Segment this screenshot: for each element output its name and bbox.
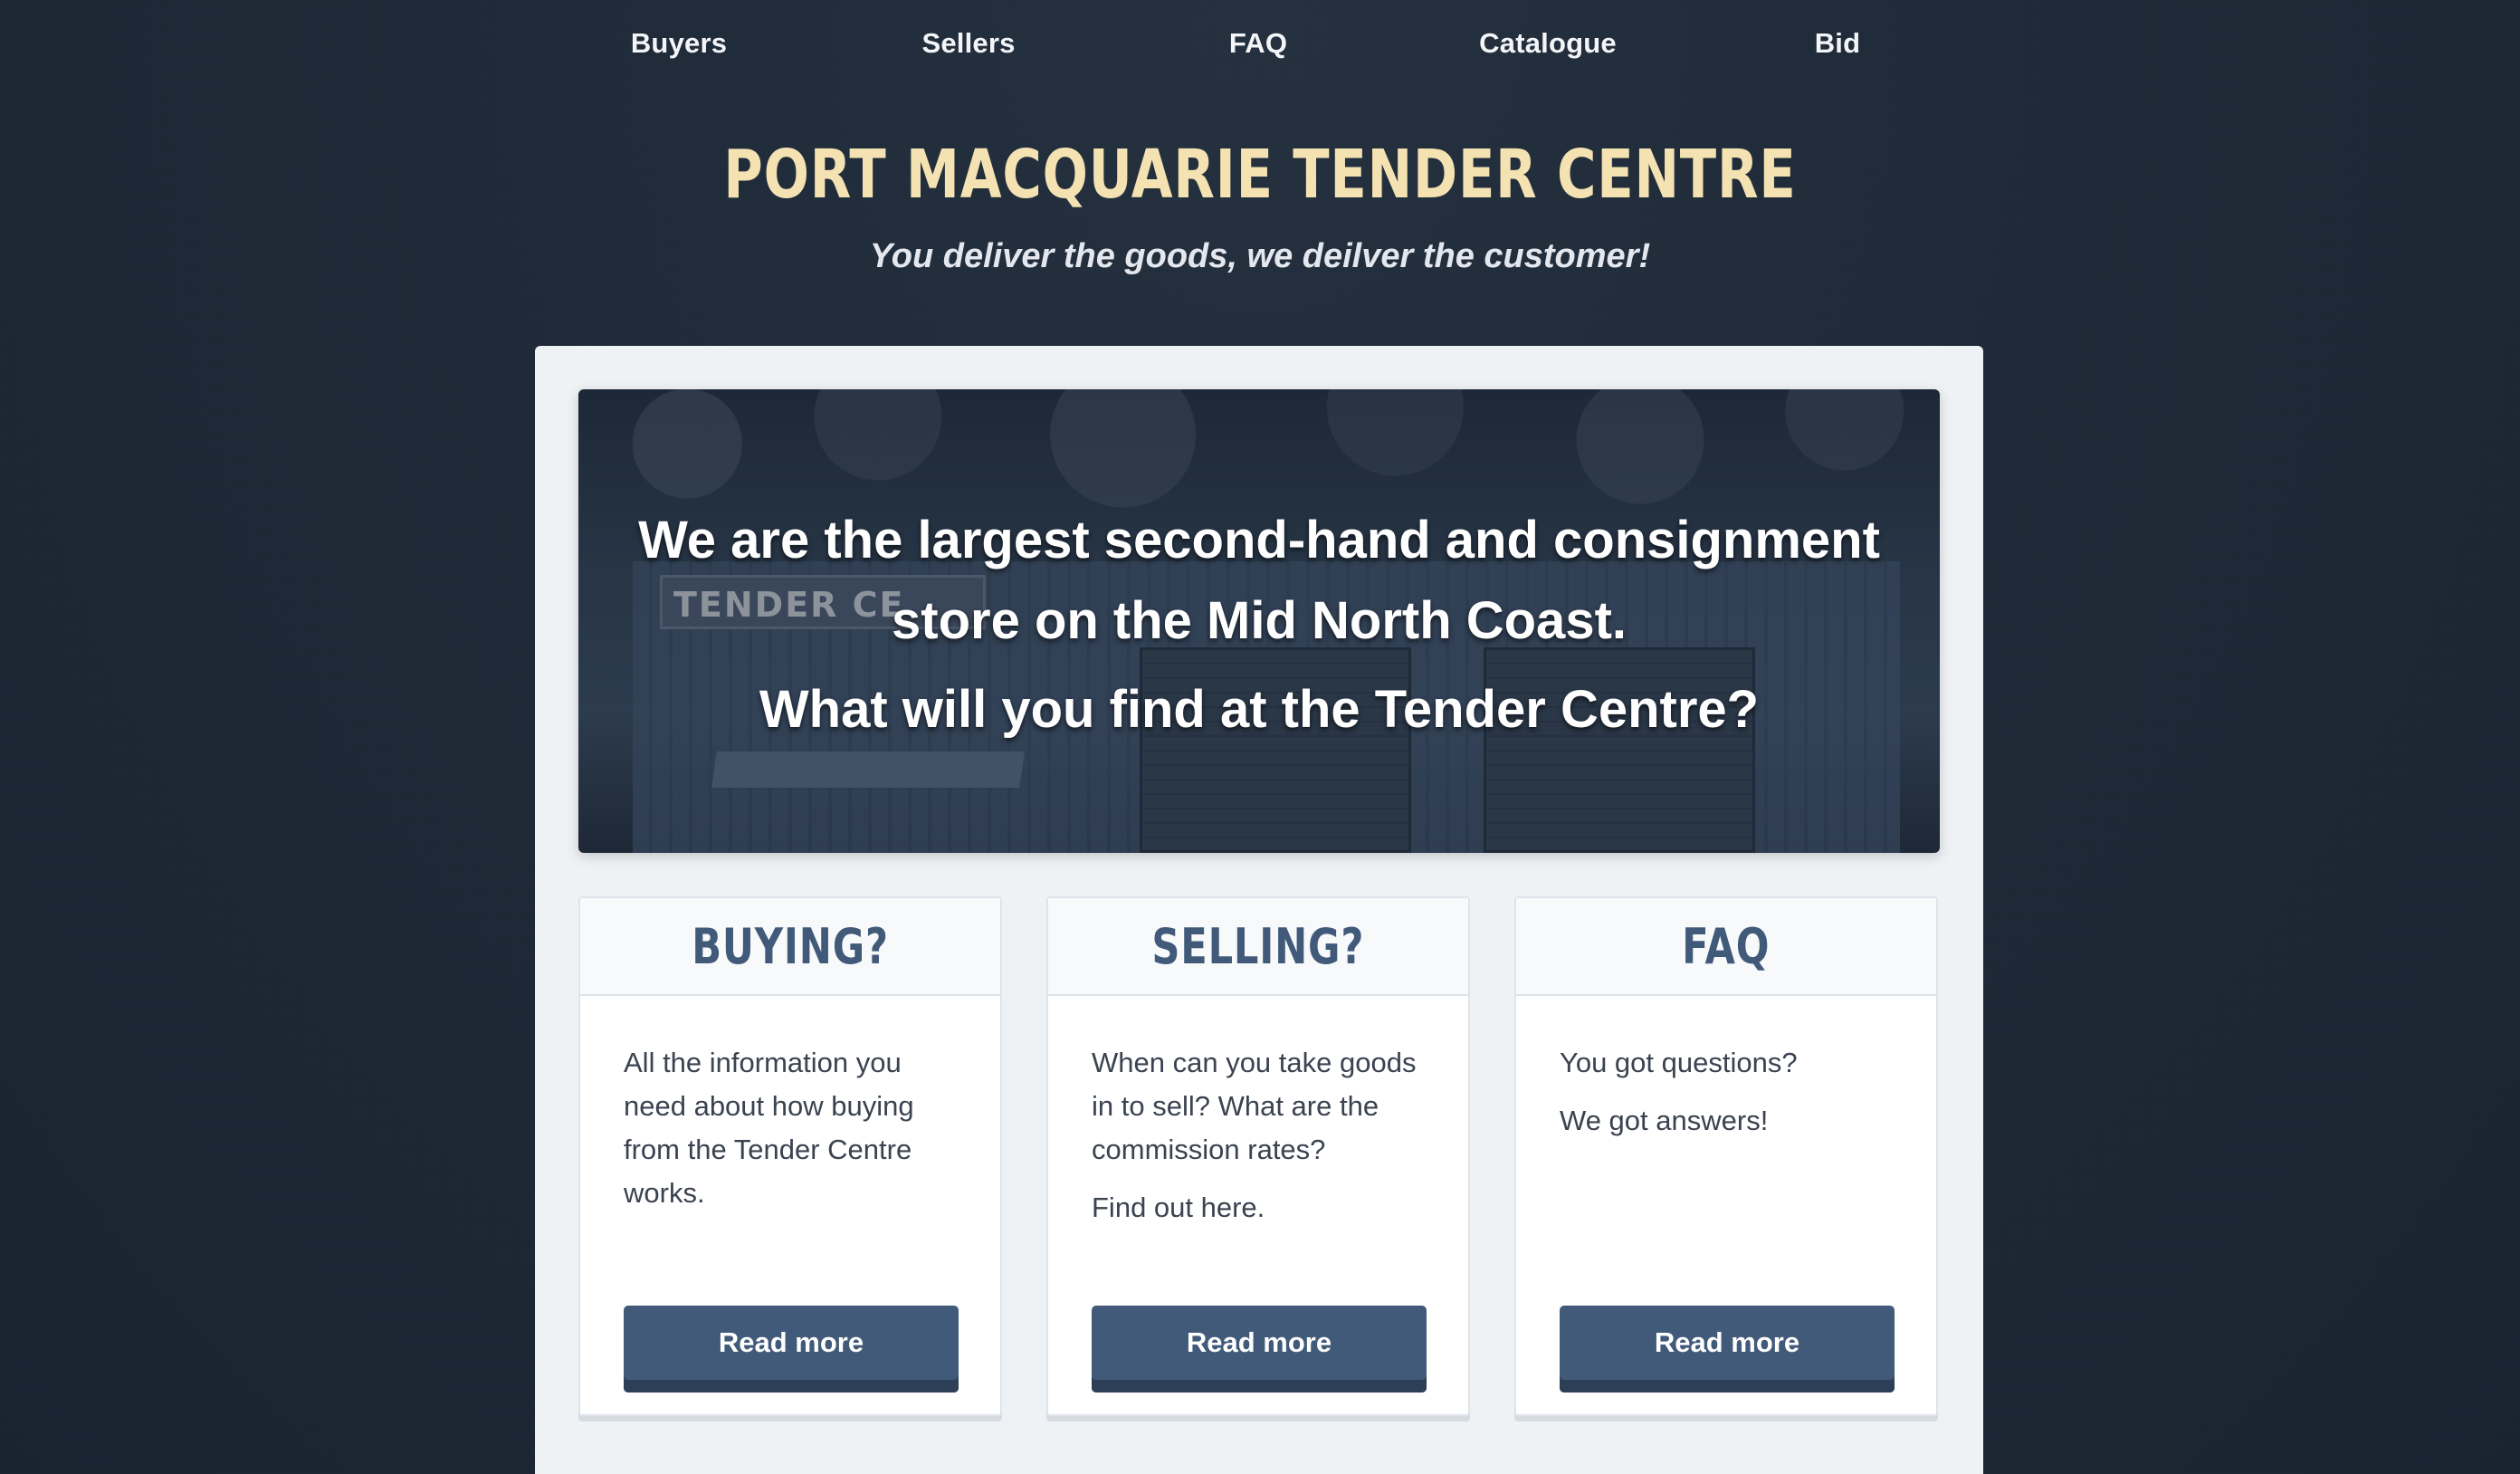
nav-link-bid[interactable]: Bid xyxy=(1693,27,1982,60)
card-text: All the information you need about how b… xyxy=(624,1047,914,1209)
site-tagline: You deliver the goods, we deilver the cu… xyxy=(869,237,1651,275)
hero-headline: We are the largest second-hand and consi… xyxy=(638,511,1880,650)
nav-link-sellers[interactable]: Sellers xyxy=(824,27,1113,60)
card-faq: FAQ You got questions? We got answers! R… xyxy=(1514,896,1938,1416)
card-body: You got questions? We got answers! xyxy=(1516,996,1936,1143)
main-content-panel: TENDER CE We are the largest second-hand… xyxy=(535,346,1983,1474)
card-body: When can you take goods in to sell? What… xyxy=(1048,996,1468,1230)
card-text: You got questions? xyxy=(1560,1047,1798,1078)
card-title: BUYING? xyxy=(692,917,889,975)
hero-banner: TENDER CE We are the largest second-hand… xyxy=(578,389,1940,853)
selling-read-more-button[interactable]: Read more xyxy=(1092,1306,1427,1393)
card-text: We got answers! xyxy=(1560,1105,1769,1136)
hero-question: What will you find at the Tender Centre? xyxy=(759,680,1760,739)
site-title: PORT MACQUARIE TENDER CENTRE xyxy=(723,136,1797,214)
hero-text: We are the largest second-hand and consi… xyxy=(578,389,1940,853)
card-title: SELLING? xyxy=(1151,917,1365,975)
card-header: FAQ xyxy=(1516,898,1936,996)
card-selling: SELLING? When can you take goods in to s… xyxy=(1046,896,1470,1416)
card-buying: BUYING? All the information you need abo… xyxy=(578,896,1002,1416)
faq-read-more-button[interactable]: Read more xyxy=(1560,1306,1895,1393)
card-body: All the information you need about how b… xyxy=(580,996,1000,1215)
nav-link-faq[interactable]: FAQ xyxy=(1113,27,1403,60)
buying-read-more-button[interactable]: Read more xyxy=(624,1306,959,1393)
nav-link-buyers[interactable]: Buyers xyxy=(534,27,824,60)
nav-link-catalogue[interactable]: Catalogue xyxy=(1403,27,1693,60)
card-text: When can you take goods in to sell? What… xyxy=(1092,1047,1417,1165)
card-header: SELLING? xyxy=(1048,898,1468,996)
card-text: Find out here. xyxy=(1092,1192,1265,1223)
top-navigation: Buyers Sellers FAQ Catalogue Bid xyxy=(0,0,2520,100)
card-title: FAQ xyxy=(1682,917,1771,975)
card-header: BUYING? xyxy=(580,898,1000,996)
